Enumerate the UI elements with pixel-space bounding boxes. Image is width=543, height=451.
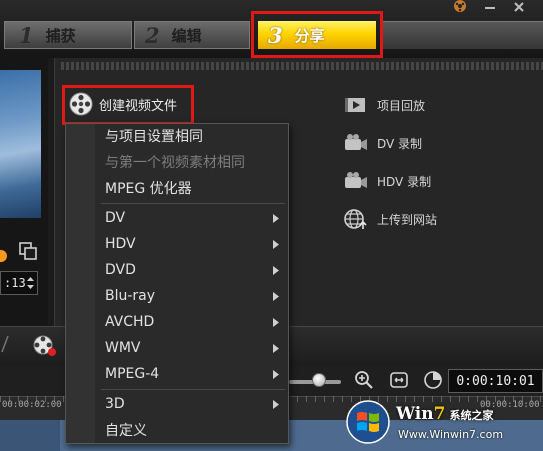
step-bar-filler xyxy=(382,21,543,49)
create-video-file-menu: 与项目设置相同与第一个视频素材相同 MPEG 优化器 DV HDV DVD Blu-ray… xyxy=(65,123,289,444)
film-reel-logo-icon xyxy=(454,0,466,12)
video-clip[interactable] xyxy=(0,420,60,451)
highlight-box-share-tab xyxy=(251,11,383,58)
highlight-box-create xyxy=(62,85,194,125)
minimize-icon[interactable] xyxy=(483,2,497,12)
submenu-arrow-icon xyxy=(273,344,279,353)
project-timecode[interactable]: 0:00:10:01 xyxy=(448,369,543,393)
submenu-arrow-icon xyxy=(273,240,279,249)
film-record-icon[interactable] xyxy=(32,334,58,358)
menu-item-label: Blu-ray xyxy=(105,288,156,304)
tab-edit[interactable]: 2 编辑 xyxy=(134,21,250,49)
project-playback-button[interactable]: 项目回放 xyxy=(343,93,493,117)
step-number: 2 xyxy=(145,22,160,48)
film-play-icon xyxy=(345,98,365,112)
menu-item-label: MPEG-4 xyxy=(105,366,160,382)
scissors-icon[interactable] xyxy=(0,334,10,354)
watermark-url: Www.Winwin7.com xyxy=(398,428,504,441)
menu-item-label: 自定义 xyxy=(105,423,147,439)
menu-item: 与第一个视频素材相同 xyxy=(105,150,285,174)
action-label: HDV 录制 xyxy=(377,174,432,189)
menu-item[interactable]: MPEG-4 xyxy=(105,362,285,386)
action-label: 项目回放 xyxy=(377,98,426,113)
submenu-arrow-icon xyxy=(273,318,279,327)
panel-grip xyxy=(61,62,543,70)
windows-logo-icon xyxy=(346,400,390,444)
action-label: 上传到网站 xyxy=(377,212,438,227)
menu-item-label: 3D xyxy=(105,396,125,412)
menu-item[interactable]: DV xyxy=(105,206,285,230)
menu-item-label: HDV xyxy=(105,236,136,252)
menu-item[interactable]: MPEG 优化器 xyxy=(105,176,285,200)
menu-item-label: DV xyxy=(105,210,126,226)
menu-item[interactable]: HDV xyxy=(105,232,285,256)
menu-item-label: 与第一个视频素材相同 xyxy=(105,155,245,171)
menu-item-label: MPEG 优化器 xyxy=(105,181,192,197)
menu-item-label: 与项目设置相同 xyxy=(105,129,203,145)
clock-icon[interactable] xyxy=(423,370,443,390)
tab-capture[interactable]: 1 捕获 xyxy=(4,21,132,49)
camcorder-icon xyxy=(345,172,367,188)
preview-timecode-value: :13 xyxy=(4,276,26,290)
upload-to-web-button[interactable]: 上传到网站 xyxy=(343,207,493,231)
menu-item-label: WMV xyxy=(105,340,141,356)
menu-gutter xyxy=(66,124,95,443)
zoom-in-icon[interactable] xyxy=(354,370,374,390)
menu-item[interactable]: DVD xyxy=(105,258,285,282)
menu-item[interactable]: Blu-ray xyxy=(105,284,285,308)
submenu-arrow-icon xyxy=(273,266,279,275)
dv-record-button[interactable]: DV 录制 xyxy=(343,131,493,155)
menu-item[interactable]: 自定义 xyxy=(105,418,285,442)
step-label: 编辑 xyxy=(171,26,202,45)
step-number: 1 xyxy=(19,22,34,48)
stepper-arrows-icon[interactable] xyxy=(26,275,35,291)
preview-window xyxy=(0,70,41,218)
watermark-brand-b: 7 xyxy=(433,404,446,424)
action-label: DV 录制 xyxy=(377,136,423,151)
close-icon[interactable] xyxy=(512,2,526,12)
preview-timecode[interactable]: :13 xyxy=(0,271,38,295)
menu-separator xyxy=(101,203,285,204)
watermark-brand-a: Win xyxy=(396,404,434,424)
menu-item[interactable]: WMV xyxy=(105,336,285,360)
watermark-brand: Win7 系统之家 xyxy=(396,404,493,424)
hdv-record-button[interactable]: HDV 录制 xyxy=(343,169,493,193)
menu-item[interactable]: 3D xyxy=(105,392,285,416)
menu-item-label: AVCHD xyxy=(105,314,155,330)
camcorder-icon xyxy=(345,134,367,150)
step-label: 捕获 xyxy=(45,26,76,45)
menu-item-label: DVD xyxy=(105,262,136,278)
copy-icon[interactable] xyxy=(18,241,38,261)
menu-item[interactable]: AVCHD xyxy=(105,310,285,334)
menu-item[interactable]: 与项目设置相同 xyxy=(105,124,285,148)
submenu-arrow-icon xyxy=(273,292,279,301)
menu-separator xyxy=(101,389,285,390)
submenu-arrow-icon xyxy=(273,370,279,379)
fit-timeline-icon[interactable] xyxy=(389,370,409,390)
watermark-brand-c: 系统之家 xyxy=(449,409,494,422)
submenu-arrow-icon xyxy=(273,214,279,223)
ruler-label: 00:00:02:00 xyxy=(2,400,62,410)
submenu-arrow-icon xyxy=(273,400,279,409)
globe-upload-icon xyxy=(344,209,367,229)
